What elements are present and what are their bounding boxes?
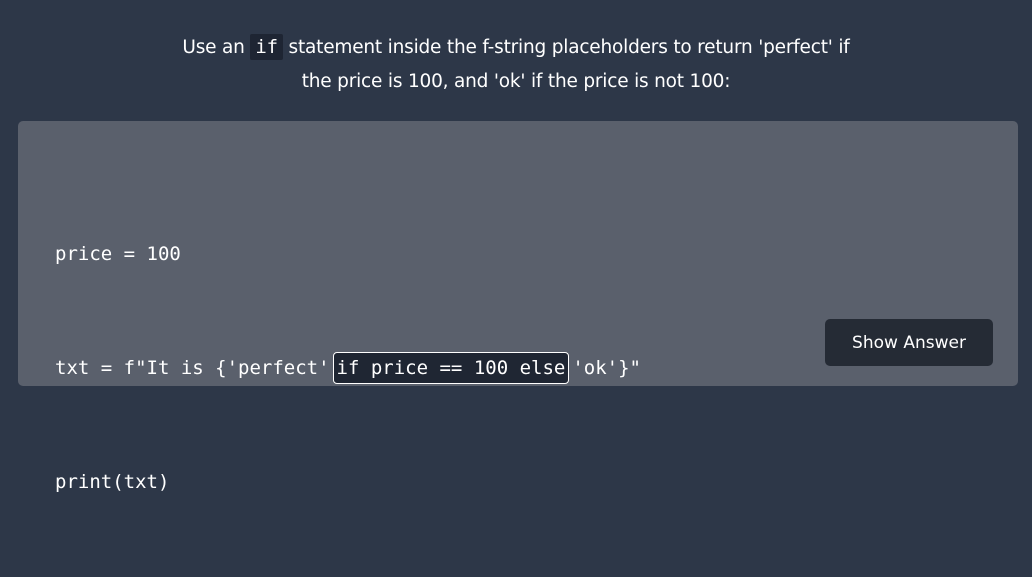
code-block: price = 100 txt = f"It is {'perfect' if p… (55, 159, 641, 577)
exercise-instruction: Use an if statement inside the f-string … (0, 30, 1032, 99)
code-line-3: print(txt) (55, 471, 170, 493)
code-line-2-prefix: txt = f"It is {'perfect' (55, 357, 330, 379)
answer-blank-field[interactable]: if price == 100 else (332, 352, 570, 384)
inline-code-if: if (250, 34, 283, 60)
code-panel: price = 100 txt = f"It is {'perfect' if p… (18, 121, 1018, 493)
code-line-2-suffix: 'ok'}" (572, 357, 641, 379)
code-line-2: txt = f"It is {'perfect' if price == 100 … (55, 349, 641, 387)
instruction-line-1: Use an if statement inside the f-string … (0, 30, 1032, 65)
instruction-line-2: the price is 100, and 'ok' if the price … (301, 71, 731, 92)
instruction-text-part1: Use an (182, 37, 251, 58)
code-line-1: price = 100 (55, 243, 181, 265)
show-answer-button[interactable]: Show Answer (825, 319, 993, 366)
instruction-text-part2: statement inside the f-string placeholde… (282, 37, 850, 58)
